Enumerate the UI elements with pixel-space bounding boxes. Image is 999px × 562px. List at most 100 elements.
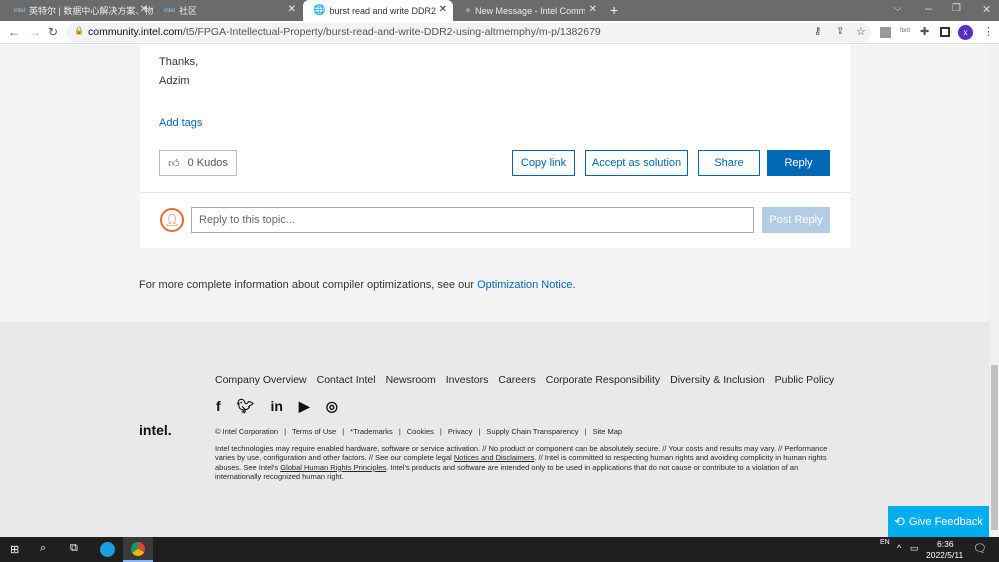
back-icon[interactable]: ← <box>8 25 20 39</box>
tray-chevron-icon[interactable]: ^ <box>897 543 901 553</box>
facebook-icon[interactable]: f <box>216 398 221 415</box>
new-tab-button[interactable]: + <box>610 2 618 18</box>
human-rights-link[interactable]: Global Human Rights Principles <box>280 463 386 472</box>
post-card: Thanks, Adzim Add tags 👍︎ 0 Kudos Copy li… <box>140 44 850 248</box>
linkedin-icon[interactable]: in <box>270 398 282 415</box>
notice-text: For more complete information about comp… <box>139 279 478 291</box>
url-domain: community.intel.com <box>88 26 183 38</box>
tab-label: 英特尔 | 数据中心解决方案、物联 <box>29 6 154 16</box>
post-author: Adzim <box>159 75 190 87</box>
reply-button[interactable]: Reply <box>767 150 830 176</box>
globe-icon: 🌐 <box>313 5 326 16</box>
tab-active-thread[interactable]: 🌐burst read and write DDR2 using altmemp… <box>303 0 453 21</box>
footer-link[interactable]: Company Overview <box>215 374 307 386</box>
add-tags-link[interactable]: Add tags <box>159 117 202 129</box>
feedback-label: Give Feedback <box>908 515 983 528</box>
task-view-icon[interactable]: ⧉ <box>70 542 78 555</box>
globe-icon: ● <box>465 5 472 16</box>
optimization-notice-link[interactable]: Optimization Notice <box>477 279 572 291</box>
chrome-icon <box>131 542 145 556</box>
divider <box>140 192 850 193</box>
menu-kebab-icon[interactable]: ⋮ <box>983 25 994 38</box>
search-icon[interactable]: ⌕ <box>40 542 46 555</box>
legal-text: Intel technologies may require enabled h… <box>215 444 843 481</box>
notice-end: . <box>572 279 576 291</box>
key-icon[interactable]: ⚷ <box>814 26 821 37</box>
restore-button[interactable]: ❐ <box>952 3 961 14</box>
footer-link[interactable]: Careers <box>498 374 535 386</box>
tab-community[interactable]: intel 社区 ✕ <box>154 0 302 21</box>
close-window-button[interactable]: ✕ <box>982 3 991 16</box>
edge-icon[interactable] <box>100 542 115 557</box>
battery-icon[interactable]: ▭ <box>910 543 919 554</box>
avatar[interactable]: x <box>958 25 973 40</box>
user-avatar-icon: 👤︎ <box>160 208 184 232</box>
close-icon[interactable]: ✕ <box>288 4 296 15</box>
reply-input[interactable]: Reply to this topic... <box>191 207 754 233</box>
kudos-button[interactable]: 👍︎ 0 Kudos <box>159 150 237 176</box>
close-icon[interactable]: ✕ <box>140 4 148 15</box>
accept-solution-button[interactable]: Accept as solution <box>585 150 688 176</box>
windows-start-icon[interactable]: ⊞ <box>10 543 19 556</box>
tab-label: 社区 <box>179 6 198 16</box>
chrome-taskbar-button[interactable] <box>123 537 153 562</box>
intel-favicon: intel <box>164 7 176 14</box>
instagram-icon[interactable]: ◎ <box>326 398 338 415</box>
tab-label: New Message - Intel Community <box>475 5 586 16</box>
tab-search-icon[interactable]: ⌵ <box>894 3 902 14</box>
taskbar: ⊞ ⌕ ⧉ EN ^ ▭ 6:36 2022/5/11 🗨︎ <box>0 537 999 562</box>
post-reply-button[interactable]: Post Reply <box>762 207 830 233</box>
footer-link[interactable]: Corporate Responsibility <box>546 374 660 386</box>
post-signoff: Thanks, <box>159 56 199 68</box>
side-panel-icon[interactable] <box>940 27 950 37</box>
tab-label: burst read and write DDR2 using altmemph… <box>329 5 439 16</box>
footer-link[interactable]: Contact Intel <box>317 374 376 386</box>
share-icon[interactable]: ⇪ <box>836 26 844 37</box>
lock-icon: 🔒 <box>74 26 84 35</box>
scrollbar-thumb[interactable] <box>991 365 998 530</box>
legal-link[interactable]: Supply Chain Transparency <box>486 427 578 436</box>
language-indicator[interactable]: EN <box>880 539 890 546</box>
footer-nav: Company Overview Contact Intel Newsroom … <box>215 374 834 386</box>
tab-new-message[interactable]: ●New Message - Intel Community✕ <box>455 0 603 21</box>
footer-link[interactable]: Public Policy <box>775 374 835 386</box>
minimize-button[interactable]: – <box>925 1 932 15</box>
legal-link[interactable]: Cookies <box>407 427 434 436</box>
url-bar[interactable]: 🔒 community.intel.com/t5/FPGA-Intellectu… <box>66 23 871 42</box>
legal-link[interactable]: *Trademarks <box>350 427 393 436</box>
thumbs-up-icon: 👍︎ <box>168 157 180 170</box>
close-icon[interactable]: ✕ <box>589 4 597 15</box>
notices-link[interactable]: Notices and Disclaimers <box>454 453 534 462</box>
intel-favicon: intel <box>14 7 26 14</box>
share-button[interactable]: Share <box>698 150 760 176</box>
font-extension-icon[interactable]: font <box>900 28 910 34</box>
footer-link[interactable]: Investors <box>446 374 489 386</box>
legal-link[interactable]: Terms of Use <box>292 427 336 436</box>
forward-icon[interactable]: → <box>29 25 41 39</box>
legal-link[interactable]: Site Map <box>592 427 622 436</box>
tab-bar: intel 英特尔 | 数据中心解决方案、物联 ✕ intel 社区 ✕ 🌐 burst … <box>0 0 999 21</box>
legal-link[interactable]: Privacy <box>448 427 473 436</box>
extensions-puzzle-icon[interactable]: ✚ <box>920 25 929 38</box>
pdf-extension-icon[interactable] <box>880 27 891 38</box>
close-icon[interactable]: ✕ <box>439 4 447 15</box>
legal-link[interactable]: © Intel Corporation <box>215 427 278 436</box>
footer-link[interactable]: Diversity & Inclusion <box>670 374 765 386</box>
feedback-icon: ⟲ <box>894 513 905 529</box>
youtube-icon[interactable]: ▶ <box>299 398 310 415</box>
kudos-count: 0 Kudos <box>187 157 228 169</box>
copy-link-button[interactable]: Copy link <box>512 150 575 176</box>
optimization-notice: For more complete information about comp… <box>139 279 576 291</box>
clock-time[interactable]: 6:36 <box>937 539 954 549</box>
url-path: /t5/FPGA-Intellectual-Property/burst-rea… <box>182 26 601 38</box>
notification-icon[interactable]: 🗨︎ <box>973 542 987 555</box>
legal-links: © Intel Corporation | Terms of Use | *Trad… <box>215 427 623 436</box>
footer-link[interactable]: Newsroom <box>386 374 436 386</box>
twitter-icon[interactable]: 🐦︎ <box>237 398 255 415</box>
clock-date[interactable]: 2022/5/11 <box>926 550 963 560</box>
reload-icon[interactable]: ↻ <box>48 25 58 39</box>
tab-intel-cn[interactable]: intel 英特尔 | 数据中心解决方案、物联 ✕ <box>4 0 154 21</box>
intel-logo: intel. <box>139 422 172 438</box>
star-icon[interactable]: ☆ <box>856 25 866 38</box>
give-feedback-button[interactable]: ⟲ Give Feedback <box>888 506 989 537</box>
